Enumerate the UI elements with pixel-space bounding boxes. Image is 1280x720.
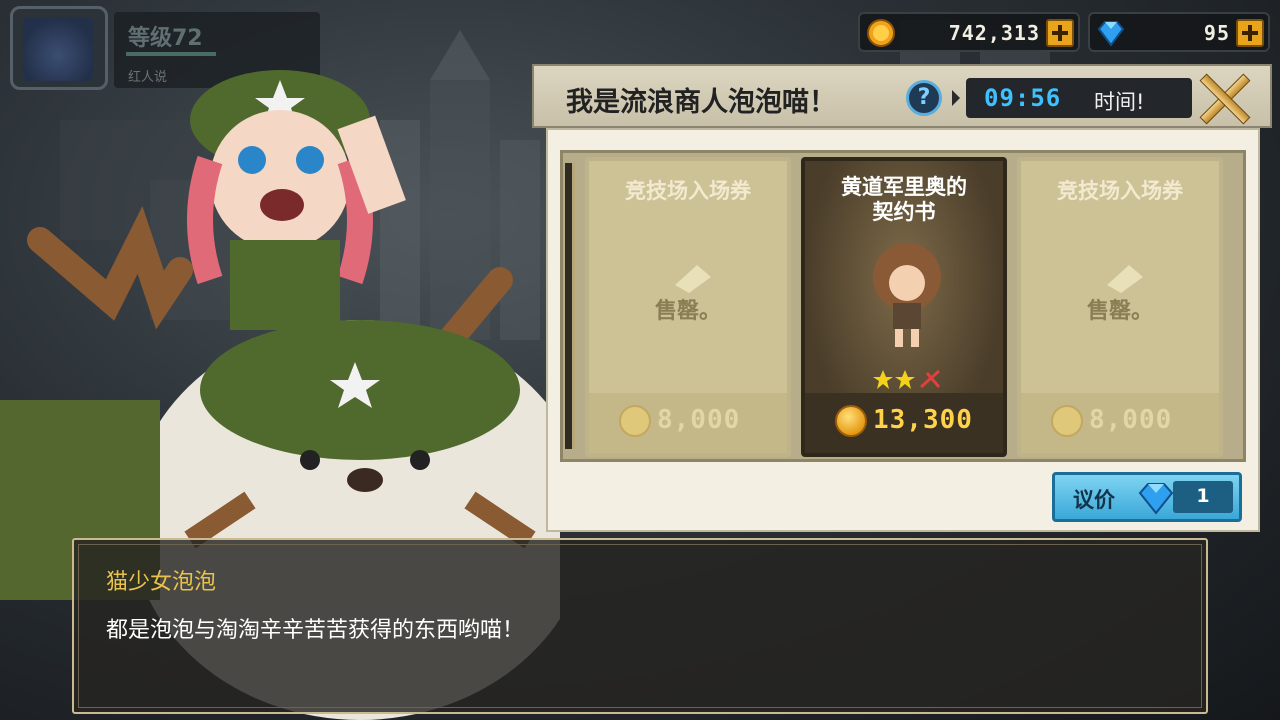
sold-out-label: 售罄。 xyxy=(1086,299,1153,324)
shop-body: 竞技场入场券 售罄。 8,000 黄道军里奥的 契约书 13,300 竞技场入场… xyxy=(546,128,1260,532)
wandering-merchant-shop: 我是流浪商人泡泡喵！ ? 09:56 时间! 竞技场入场券 售罄。 8,000 xyxy=(532,64,1272,534)
item-price: 13,300 xyxy=(873,405,973,435)
price-row: 8,000 xyxy=(589,393,787,453)
star-icon xyxy=(873,370,893,389)
hero-sprite-icon xyxy=(873,243,941,347)
blue-gem-icon xyxy=(1138,483,1174,515)
add-gold-button[interactable] xyxy=(1046,19,1074,47)
shop-item-card-selected[interactable]: 黄道军里奥的 契约书 13,300 xyxy=(801,157,1007,457)
price-row: 8,000 xyxy=(1021,393,1219,453)
shop-title: 我是流浪商人泡泡喵！ xyxy=(566,87,836,118)
refresh-timer: 09:56 时间! xyxy=(966,78,1192,118)
gold-coin-icon xyxy=(835,405,867,437)
timer-label: 时间! xyxy=(1094,90,1145,114)
item-name-line-2: 契约书 xyxy=(872,200,936,224)
gem-counter: 95 xyxy=(1088,12,1270,52)
gold-amount: 742,313 xyxy=(948,21,1040,45)
bargain-cost-box: 1 xyxy=(1173,481,1233,513)
star-icon xyxy=(895,370,915,389)
add-gems-button[interactable] xyxy=(1236,19,1264,47)
shop-header: 我是流浪商人泡泡喵！ ? 09:56 时间! xyxy=(532,64,1272,128)
dialogue-text: 都是泡泡与淘淘辛辛苦苦获得的东西哟喵！ xyxy=(106,618,525,643)
item-name-line-1: 黄道军里奥的 xyxy=(841,175,967,199)
sold-out-label: 售罄。 xyxy=(654,299,721,324)
gold-coin-icon xyxy=(867,19,895,47)
price-row: 13,300 xyxy=(805,393,1003,453)
gold-counter: 742,313 xyxy=(858,12,1080,52)
help-button[interactable]: ? xyxy=(906,80,942,116)
shop-item-card[interactable]: 竞技场入场券 售罄。 8,000 xyxy=(585,157,791,457)
item-name: 竞技场入场券 xyxy=(1057,179,1183,203)
gem-amount: 95 xyxy=(1203,21,1230,45)
arena-ticket-icon xyxy=(675,265,711,293)
bargain-label: 议价 xyxy=(1073,488,1115,512)
sword-class-icon xyxy=(920,369,941,389)
blue-gem-icon xyxy=(1097,21,1125,47)
item-price: 8,000 xyxy=(657,405,741,435)
gold-coin-icon xyxy=(1051,405,1083,437)
gold-coin-icon xyxy=(619,405,651,437)
item-name: 竞技场入场券 xyxy=(625,179,751,203)
close-button[interactable] xyxy=(1198,72,1250,124)
hero-rarity-stars xyxy=(873,369,941,389)
item-price: 8,000 xyxy=(1089,405,1173,435)
speaker-name: 猫少女泡泡 xyxy=(106,570,217,595)
item-name: 黄道军里奥的 契约书 xyxy=(805,175,1003,225)
shop-item-card[interactable]: 竞技场入场券 售罄。 8,000 xyxy=(1017,157,1223,457)
previous-card-edge[interactable] xyxy=(565,163,575,449)
arena-ticket-icon xyxy=(1107,265,1143,293)
timer-arrow-icon xyxy=(952,90,960,106)
timer-countdown: 09:56 xyxy=(984,84,1062,112)
bargain-button[interactable]: 议价 1 xyxy=(1052,472,1242,522)
dialogue-box[interactable]: 猫少女泡泡 都是泡泡与淘淘辛辛苦苦获得的东西哟喵！ xyxy=(72,538,1208,714)
bargain-gem-cost: 1 xyxy=(1196,485,1210,507)
item-shelf[interactable]: 竞技场入场券 售罄。 8,000 黄道军里奥的 契约书 13,300 竞技场入场… xyxy=(560,150,1246,462)
